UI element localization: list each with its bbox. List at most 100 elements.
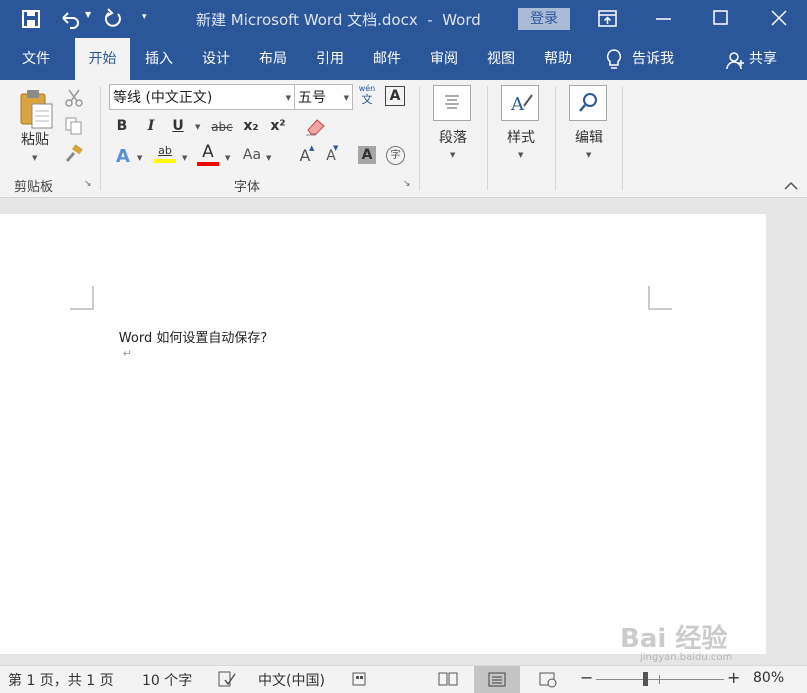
- tab-design[interactable]: 设计: [193, 38, 239, 80]
- highlight-dropdown-icon[interactable]: ▼: [182, 154, 187, 162]
- font-name-combo[interactable]: 等线 (中文正文) ▼: [109, 84, 295, 110]
- cut-icon[interactable]: [64, 88, 84, 108]
- character-border-button[interactable]: A: [385, 86, 405, 106]
- divider: [555, 86, 556, 190]
- enclose-characters-button[interactable]: 字: [386, 146, 405, 165]
- margin-corner-top-right: [648, 286, 672, 310]
- document-area: Word 如何设置自动保存? ↵: [0, 198, 807, 664]
- text-effects-dropdown-icon[interactable]: ▼: [137, 154, 142, 162]
- shrink-arrow-icon: ▼: [333, 144, 339, 152]
- zoom-slider-thumb[interactable]: [643, 672, 648, 686]
- proofing-icon[interactable]: [217, 670, 237, 688]
- paste-icon[interactable]: [18, 88, 56, 130]
- font-color-button[interactable]: A: [197, 142, 219, 166]
- strikethrough-button[interactable]: abc: [209, 120, 235, 134]
- font-color-glyph: A: [202, 142, 214, 162]
- magnifier-icon: [579, 93, 597, 112]
- vertical-scrollbar[interactable]: [770, 214, 807, 654]
- paragraph-button[interactable]: [433, 85, 471, 121]
- tell-me-search[interactable]: 告诉我: [632, 38, 688, 80]
- title-bar: ▼ ▾ 新建 Microsoft Word 文档.docx - Word 登录: [0, 0, 807, 38]
- share-person-icon[interactable]: [726, 51, 746, 71]
- share-button[interactable]: 共享: [749, 38, 783, 80]
- close-icon[interactable]: [770, 9, 788, 27]
- save-icon[interactable]: [20, 8, 44, 30]
- underline-button[interactable]: U: [169, 118, 187, 134]
- editing-label[interactable]: 编辑: [569, 127, 609, 147]
- tab-help[interactable]: 帮助: [535, 38, 581, 80]
- font-size-combo[interactable]: 五号 ▼: [294, 84, 353, 110]
- highlight-button[interactable]: ab: [154, 144, 176, 163]
- text-effects-button[interactable]: A: [113, 146, 133, 167]
- maximize-icon[interactable]: [712, 9, 730, 27]
- tab-home[interactable]: 开始: [75, 38, 130, 80]
- styles-button[interactable]: A: [501, 85, 539, 121]
- clipboard-launcher-icon[interactable]: ↘: [84, 179, 92, 189]
- paste-button[interactable]: 粘贴: [16, 129, 54, 149]
- tab-view[interactable]: 视图: [478, 38, 524, 80]
- subscript-button[interactable]: x₂: [241, 118, 261, 134]
- watermark-logo: Bai 经验: [620, 624, 728, 654]
- tab-file[interactable]: 文件: [10, 38, 62, 80]
- font-launcher-icon[interactable]: ↘: [403, 179, 411, 189]
- character-shading-button[interactable]: A: [358, 146, 376, 164]
- editing-button[interactable]: [569, 85, 607, 121]
- ribbon-display-options-icon[interactable]: [598, 10, 618, 28]
- tab-insert[interactable]: 插入: [136, 38, 182, 80]
- document-title: 新建 Microsoft Word 文档.docx - Word: [196, 11, 481, 29]
- zoom-slider-track[interactable]: [596, 679, 724, 680]
- change-case-button[interactable]: Aa: [240, 147, 264, 163]
- document-text[interactable]: Word 如何设置自动保存? ↵: [94, 312, 267, 376]
- bold-button[interactable]: B: [113, 118, 131, 134]
- chevron-down-icon: ▼: [343, 94, 349, 102]
- highlight-color-bar: [154, 159, 176, 163]
- sign-in-button[interactable]: 登录: [518, 8, 570, 30]
- underline-dropdown-icon[interactable]: ▼: [195, 123, 200, 131]
- tab-review[interactable]: 审阅: [421, 38, 467, 80]
- paragraph-label[interactable]: 段落: [433, 127, 473, 147]
- superscript-button[interactable]: x²: [268, 118, 288, 134]
- customize-qat-icon[interactable]: ▾: [142, 12, 147, 22]
- redo-icon[interactable]: [102, 8, 124, 30]
- lightbulb-icon[interactable]: [604, 48, 624, 72]
- print-layout-button[interactable]: [474, 666, 520, 693]
- font-group-label: 字体: [234, 180, 261, 195]
- clipboard-group-label: 剪贴板: [14, 180, 54, 195]
- paragraph-dropdown-icon[interactable]: ▼: [450, 151, 455, 159]
- language-indicator[interactable]: 中文(中国): [258, 670, 325, 690]
- undo-dropdown-icon[interactable]: ▼: [85, 10, 91, 19]
- minimize-icon[interactable]: [654, 12, 674, 26]
- status-bar: 第 1 页，共 1 页 10 个字 中文(中国) − + 80%: [0, 665, 807, 693]
- copy-icon[interactable]: [64, 116, 84, 136]
- editing-dropdown-icon[interactable]: ▼: [586, 151, 591, 159]
- font-color-dropdown-icon[interactable]: ▼: [225, 154, 230, 162]
- phonetic-guide-button[interactable]: wén 文: [357, 84, 377, 106]
- italic-button[interactable]: I: [142, 118, 160, 134]
- tab-mailings[interactable]: 邮件: [364, 38, 410, 80]
- clear-formatting-icon[interactable]: [304, 116, 328, 136]
- font-size-value: 五号: [298, 90, 326, 106]
- page-count[interactable]: 第 1 页，共 1 页: [8, 670, 114, 690]
- styles-icon: A: [510, 94, 533, 115]
- format-painter-icon[interactable]: [64, 144, 84, 164]
- styles-label[interactable]: 样式: [501, 127, 541, 147]
- zoom-out-button[interactable]: −: [580, 668, 593, 687]
- web-layout-icon[interactable]: [538, 670, 558, 688]
- tab-references[interactable]: 引用: [307, 38, 353, 80]
- macro-recording-icon[interactable]: [351, 670, 369, 688]
- change-case-dropdown-icon[interactable]: ▼: [266, 154, 271, 162]
- divider: [487, 86, 488, 190]
- zoom-slider-center-tick: [659, 675, 660, 684]
- zoom-in-button[interactable]: +: [727, 668, 740, 687]
- undo-icon[interactable]: [58, 8, 82, 30]
- font-color-bar: [197, 162, 219, 166]
- read-mode-icon[interactable]: [437, 670, 459, 688]
- document-page[interactable]: Word 如何设置自动保存? ↵: [0, 214, 766, 654]
- tab-layout[interactable]: 布局: [250, 38, 296, 80]
- paste-dropdown-icon[interactable]: ▼: [32, 154, 37, 162]
- zoom-level[interactable]: 80%: [753, 670, 784, 686]
- grow-arrow-icon: ▲: [309, 144, 315, 152]
- styles-dropdown-icon[interactable]: ▼: [518, 151, 523, 159]
- collapse-ribbon-icon[interactable]: [783, 180, 799, 192]
- word-count[interactable]: 10 个字: [142, 670, 192, 690]
